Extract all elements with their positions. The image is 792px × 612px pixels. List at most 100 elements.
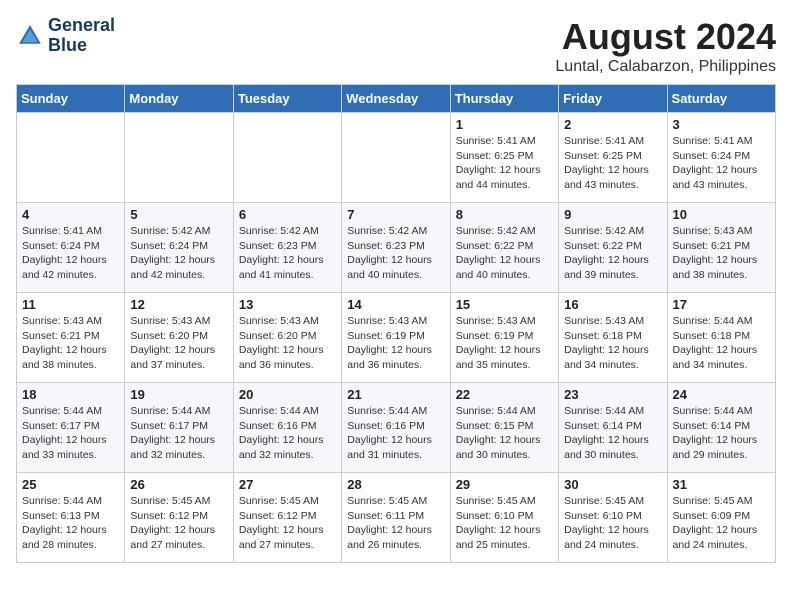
calendar-week-row: 1 Sunrise: 5:41 AMSunset: 6:25 PMDaylight… bbox=[17, 113, 776, 203]
day-info: Sunrise: 5:41 AMSunset: 6:25 PMDaylight:… bbox=[456, 134, 553, 193]
day-number: 5 bbox=[130, 207, 227, 222]
calendar-cell: 8Sunrise: 5:42 AMSunset: 6:22 PMDaylight… bbox=[450, 203, 558, 293]
weekday-header-cell: Friday bbox=[559, 85, 667, 113]
weekday-header-cell: Tuesday bbox=[233, 85, 341, 113]
calendar-cell: 17Sunrise: 5:44 AMSunset: 6:18 PMDayligh… bbox=[667, 293, 775, 383]
day-number: 18 bbox=[22, 387, 119, 402]
calendar-cell: 20 Sunrise: 5:44 AMSunset: 6:16 PMDayligh… bbox=[233, 383, 341, 473]
calendar-cell: 16 Sunrise: 5:43 AMSunset: 6:18 PMDayligh… bbox=[559, 293, 667, 383]
day-number: 7 bbox=[347, 207, 444, 222]
day-info: Sunrise: 5:42 AMSunset: 6:22 PMDaylight:… bbox=[456, 224, 553, 283]
day-number: 13 bbox=[239, 297, 336, 312]
logo-icon bbox=[16, 22, 44, 50]
day-number: 15 bbox=[456, 297, 553, 312]
day-number: 2 bbox=[564, 117, 661, 132]
calendar-week-row: 4 Sunrise: 5:41 AMSunset: 6:24 PMDaylight… bbox=[17, 203, 776, 293]
day-number: 31 bbox=[673, 477, 770, 492]
day-info: Sunrise: 5:43 AMSunset: 6:20 PMDaylight:… bbox=[130, 314, 227, 373]
day-number: 25 bbox=[22, 477, 119, 492]
calendar-table: SundayMondayTuesdayWednesdayThursdayFrid… bbox=[16, 84, 776, 563]
calendar-cell: 21 Sunrise: 5:44 AMSunset: 6:16 PMDayligh… bbox=[342, 383, 450, 473]
calendar-cell: 10 Sunrise: 5:43 AMSunset: 6:21 PMDayligh… bbox=[667, 203, 775, 293]
calendar-cell: 19 Sunrise: 5:44 AMSunset: 6:17 PMDayligh… bbox=[125, 383, 233, 473]
calendar-cell: 18 Sunrise: 5:44 AMSunset: 6:17 PMDayligh… bbox=[17, 383, 125, 473]
calendar-cell: 5 Sunrise: 5:42 AMSunset: 6:24 PMDaylight… bbox=[125, 203, 233, 293]
calendar-cell: 12 Sunrise: 5:43 AMSunset: 6:20 PMDayligh… bbox=[125, 293, 233, 383]
day-number: 30 bbox=[564, 477, 661, 492]
calendar-cell: 11Sunrise: 5:43 AMSunset: 6:21 PMDayligh… bbox=[17, 293, 125, 383]
calendar-cell: 2 Sunrise: 5:41 AMSunset: 6:25 PMDaylight… bbox=[559, 113, 667, 203]
calendar-cell bbox=[125, 113, 233, 203]
day-info: Sunrise: 5:44 AMSunset: 6:16 PMDaylight:… bbox=[239, 404, 336, 463]
day-number: 16 bbox=[564, 297, 661, 312]
day-info: Sunrise: 5:42 AMSunset: 6:23 PMDaylight:… bbox=[347, 224, 444, 283]
calendar-cell: 1 Sunrise: 5:41 AMSunset: 6:25 PMDaylight… bbox=[450, 113, 558, 203]
weekday-header-cell: Monday bbox=[125, 85, 233, 113]
day-info: Sunrise: 5:44 AMSunset: 6:17 PMDaylight:… bbox=[130, 404, 227, 463]
day-info: Sunrise: 5:44 AMSunset: 6:15 PMDaylight:… bbox=[456, 404, 553, 463]
weekday-header-cell: Wednesday bbox=[342, 85, 450, 113]
day-info: Sunrise: 5:43 AMSunset: 6:21 PMDaylight:… bbox=[673, 224, 770, 283]
title-block: August 2024 Luntal, Calabarzon, Philippi… bbox=[555, 16, 776, 76]
day-info: Sunrise: 5:42 AMSunset: 6:23 PMDaylight:… bbox=[239, 224, 336, 283]
calendar-cell: 3Sunrise: 5:41 AMSunset: 6:24 PMDaylight… bbox=[667, 113, 775, 203]
calendar-cell: 29Sunrise: 5:45 AMSunset: 6:10 PMDayligh… bbox=[450, 473, 558, 563]
day-number: 28 bbox=[347, 477, 444, 492]
calendar-cell: 30 Sunrise: 5:45 AMSunset: 6:10 PMDayligh… bbox=[559, 473, 667, 563]
day-info: Sunrise: 5:42 AMSunset: 6:22 PMDaylight:… bbox=[564, 224, 661, 283]
day-info: Sunrise: 5:44 AMSunset: 6:14 PMDaylight:… bbox=[564, 404, 661, 463]
day-info: Sunrise: 5:42 AMSunset: 6:24 PMDaylight:… bbox=[130, 224, 227, 283]
day-number: 29 bbox=[456, 477, 553, 492]
day-number: 27 bbox=[239, 477, 336, 492]
calendar-cell: 7 Sunrise: 5:42 AMSunset: 6:23 PMDaylight… bbox=[342, 203, 450, 293]
day-info: Sunrise: 5:43 AMSunset: 6:18 PMDaylight:… bbox=[564, 314, 661, 373]
day-number: 19 bbox=[130, 387, 227, 402]
calendar-cell: 27 Sunrise: 5:45 AMSunset: 6:12 PMDayligh… bbox=[233, 473, 341, 563]
day-number: 20 bbox=[239, 387, 336, 402]
day-number: 4 bbox=[22, 207, 119, 222]
day-info: Sunrise: 5:45 AMSunset: 6:11 PMDaylight:… bbox=[347, 494, 444, 553]
weekday-header-row: SundayMondayTuesdayWednesdayThursdayFrid… bbox=[17, 85, 776, 113]
day-info: Sunrise: 5:44 AMSunset: 6:16 PMDaylight:… bbox=[347, 404, 444, 463]
calendar-cell: 13Sunrise: 5:43 AMSunset: 6:20 PMDayligh… bbox=[233, 293, 341, 383]
day-number: 26 bbox=[130, 477, 227, 492]
day-info: Sunrise: 5:45 AMSunset: 6:12 PMDaylight:… bbox=[130, 494, 227, 553]
day-info: Sunrise: 5:44 AMSunset: 6:13 PMDaylight:… bbox=[22, 494, 119, 553]
weekday-header-cell: Thursday bbox=[450, 85, 558, 113]
month-year-title: August 2024 bbox=[555, 16, 776, 58]
day-number: 10 bbox=[673, 207, 770, 222]
day-info: Sunrise: 5:44 AMSunset: 6:17 PMDaylight:… bbox=[22, 404, 119, 463]
day-number: 11 bbox=[22, 297, 119, 312]
logo: General Blue bbox=[16, 16, 115, 56]
calendar-cell bbox=[342, 113, 450, 203]
day-info: Sunrise: 5:43 AMSunset: 6:19 PMDaylight:… bbox=[456, 314, 553, 373]
calendar-cell bbox=[17, 113, 125, 203]
day-number: 1 bbox=[456, 117, 553, 132]
day-number: 21 bbox=[347, 387, 444, 402]
day-number: 9 bbox=[564, 207, 661, 222]
day-number: 22 bbox=[456, 387, 553, 402]
day-info: Sunrise: 5:45 AMSunset: 6:10 PMDaylight:… bbox=[564, 494, 661, 553]
day-number: 3 bbox=[673, 117, 770, 132]
calendar-cell: 26 Sunrise: 5:45 AMSunset: 6:12 PMDayligh… bbox=[125, 473, 233, 563]
day-info: Sunrise: 5:45 AMSunset: 6:12 PMDaylight:… bbox=[239, 494, 336, 553]
page-header: General Blue August 2024 Luntal, Calabar… bbox=[16, 16, 776, 76]
calendar-week-row: 25 Sunrise: 5:44 AMSunset: 6:13 PMDayligh… bbox=[17, 473, 776, 563]
calendar-cell: 22 Sunrise: 5:44 AMSunset: 6:15 PMDayligh… bbox=[450, 383, 558, 473]
day-info: Sunrise: 5:41 AMSunset: 6:24 PMDaylight:… bbox=[22, 224, 119, 283]
calendar-week-row: 11Sunrise: 5:43 AMSunset: 6:21 PMDayligh… bbox=[17, 293, 776, 383]
day-number: 6 bbox=[239, 207, 336, 222]
calendar-cell: 4 Sunrise: 5:41 AMSunset: 6:24 PMDaylight… bbox=[17, 203, 125, 293]
location-subtitle: Luntal, Calabarzon, Philippines bbox=[555, 58, 776, 76]
day-info: Sunrise: 5:41 AMSunset: 6:25 PMDaylight:… bbox=[564, 134, 661, 193]
day-number: 14 bbox=[347, 297, 444, 312]
weekday-header-cell: Sunday bbox=[17, 85, 125, 113]
day-info: Sunrise: 5:43 AMSunset: 6:19 PMDaylight:… bbox=[347, 314, 444, 373]
day-number: 17 bbox=[673, 297, 770, 312]
calendar-cell: 6 Sunrise: 5:42 AMSunset: 6:23 PMDaylight… bbox=[233, 203, 341, 293]
calendar-cell: 28 Sunrise: 5:45 AMSunset: 6:11 PMDayligh… bbox=[342, 473, 450, 563]
calendar-cell: 14 Sunrise: 5:43 AMSunset: 6:19 PMDayligh… bbox=[342, 293, 450, 383]
day-number: 24 bbox=[673, 387, 770, 402]
day-number: 12 bbox=[130, 297, 227, 312]
logo-text: General Blue bbox=[48, 16, 115, 56]
